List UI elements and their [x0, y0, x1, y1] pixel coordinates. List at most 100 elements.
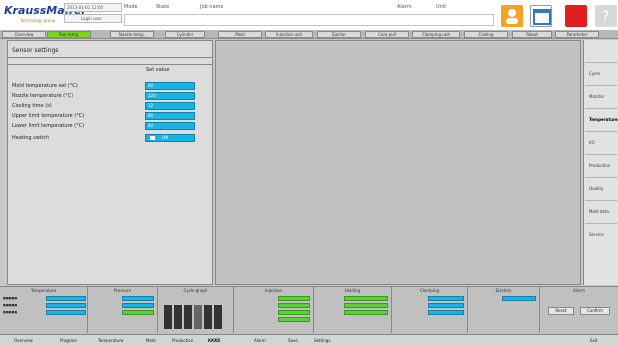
param-row: Mold temperature set (°C) 60 [8, 82, 212, 91]
status-holding: Holding [314, 287, 392, 333]
bottom-temperature[interactable]: Temperature [98, 338, 123, 343]
job-label: Job name [200, 4, 224, 10]
param-input[interactable]: 80 [145, 112, 195, 120]
bottom-alarm[interactable]: Alarm [254, 338, 266, 343]
section-title: Pressure [113, 288, 132, 293]
section-title: Injection [264, 288, 283, 293]
nav-cycle[interactable]: Cycle [585, 62, 617, 83]
section-title: Cycle graph [183, 288, 208, 293]
stop-icon[interactable] [565, 5, 587, 27]
status-value [122, 296, 154, 301]
status-injection: Injection [234, 287, 314, 333]
param-label: Upper limit temperature (°C) [12, 113, 85, 119]
param-input[interactable]: 220 [145, 92, 195, 100]
bottom-bar: Overview Program Temperature Mold Produc… [0, 334, 618, 346]
divider [8, 57, 212, 58]
tab-cylinder[interactable]: Cylinder [165, 31, 205, 38]
window-icon[interactable] [530, 5, 552, 27]
param-input[interactable]: 60 [145, 82, 195, 90]
bottom-settings[interactable]: Settings [314, 338, 330, 343]
param-label: Lower limit temperature (°C) [12, 123, 85, 129]
nav-temperature[interactable]: Temperature [585, 108, 618, 129]
status-value [278, 310, 310, 315]
param-label: Cooling time (s) [12, 103, 52, 109]
status-value [122, 310, 154, 315]
bottom-save[interactable]: Save [288, 338, 298, 343]
status-value [278, 296, 310, 301]
graph-bar [174, 305, 182, 329]
status-value [344, 303, 388, 308]
reset-button[interactable]: Reset [548, 307, 574, 315]
tab-parameter[interactable]: Parameter [555, 31, 599, 38]
status-clamping: Clamping [392, 287, 468, 333]
param-row: Lower limit temperature (°C) 40 [8, 122, 212, 131]
graph-bar [204, 305, 212, 329]
user-icon[interactable] [501, 5, 523, 27]
header: KraussMaffei Technology group 2013-01-01… [0, 0, 618, 30]
param-row: Upper limit temperature (°C) 80 [8, 112, 212, 121]
status-value [502, 296, 536, 301]
param-row: Cooling time (s) 12 [8, 102, 212, 111]
user-text: Login user [81, 16, 102, 21]
status-value [344, 296, 388, 301]
panel-title: Sensor settings [12, 47, 59, 54]
tab-tool-temp[interactable]: Tool temp. [47, 31, 91, 38]
switch-row: Heating switch ON [8, 134, 212, 143]
brand-subtitle: Technology group [20, 18, 56, 23]
tab-core-pull[interactable]: Core pull [365, 31, 409, 38]
state-label: State [156, 4, 170, 10]
bottom-program[interactable]: Program [60, 338, 77, 343]
user-field[interactable]: Login user [64, 14, 122, 23]
tab-mold[interactable]: Mold [218, 31, 262, 38]
nav-mold-data[interactable]: Mold data [585, 200, 617, 221]
status-value [344, 310, 388, 315]
param-input[interactable]: 40 [145, 122, 195, 130]
main-area [215, 40, 581, 285]
status-line: ■■■■■ [3, 296, 18, 300]
bottom-brand: KKKK [208, 338, 221, 343]
tab-overview[interactable]: Overview [2, 31, 46, 38]
section-title: Ejection [495, 288, 512, 293]
nav-monitor[interactable]: Monitor [585, 85, 617, 106]
nav-io[interactable]: I/O [585, 131, 617, 152]
heating-toggle[interactable]: ON [145, 134, 195, 142]
tab-clamping-unit[interactable]: Clamping unit [412, 31, 460, 38]
param-input[interactable]: 12 [145, 102, 195, 110]
status-cycle-graph: Cycle graph [158, 287, 234, 333]
settings-panel: Sensor settings Set value Mold temperatu… [7, 40, 213, 285]
status-value [428, 310, 464, 315]
status-line: ■■■■■ [3, 303, 18, 307]
tab-robot[interactable]: Robot [512, 31, 552, 38]
bottom-overview[interactable]: Overview [14, 338, 33, 343]
tab-injection-unit[interactable]: Injection unit [265, 31, 313, 38]
status-value [46, 303, 86, 308]
tab-ejector[interactable]: Ejector [317, 31, 361, 38]
mode-label: Mode [124, 4, 138, 10]
status-line: ■■■■■ [3, 310, 18, 314]
status-pressure: Pressure [88, 287, 158, 333]
svg-text:?: ? [602, 9, 609, 25]
datetime-text: 2013-01-01 12:00 [67, 5, 104, 10]
status-value [46, 296, 86, 301]
status-value [278, 317, 310, 322]
switch-label: Heating switch [12, 135, 50, 141]
section-title: Alarm [573, 288, 585, 293]
nav-production[interactable]: Production [585, 154, 617, 175]
section-title: Clamping [420, 288, 439, 293]
nav-service[interactable]: Service [585, 223, 617, 244]
tab-nozzle-temp[interactable]: Nozzle temp. [110, 31, 154, 38]
param-label: Mold temperature set (°C) [12, 83, 78, 89]
bottom-mold[interactable]: Mold [146, 338, 156, 343]
bottom-exit[interactable]: Exit [590, 338, 598, 343]
param-row: Nozzle temperature (°C) 220 [8, 92, 212, 101]
nav-quality[interactable]: Quality [585, 177, 617, 198]
toggle-knob [150, 136, 155, 140]
graph-bar [164, 305, 172, 329]
bottom-production[interactable]: Production [172, 338, 193, 343]
status-value [428, 303, 464, 308]
help-icon[interactable]: ? [595, 5, 617, 27]
tab-cooling[interactable]: Cooling [464, 31, 508, 38]
message-field [124, 14, 494, 26]
status-value [278, 303, 310, 308]
confirm-button[interactable]: Confirm [580, 307, 610, 315]
